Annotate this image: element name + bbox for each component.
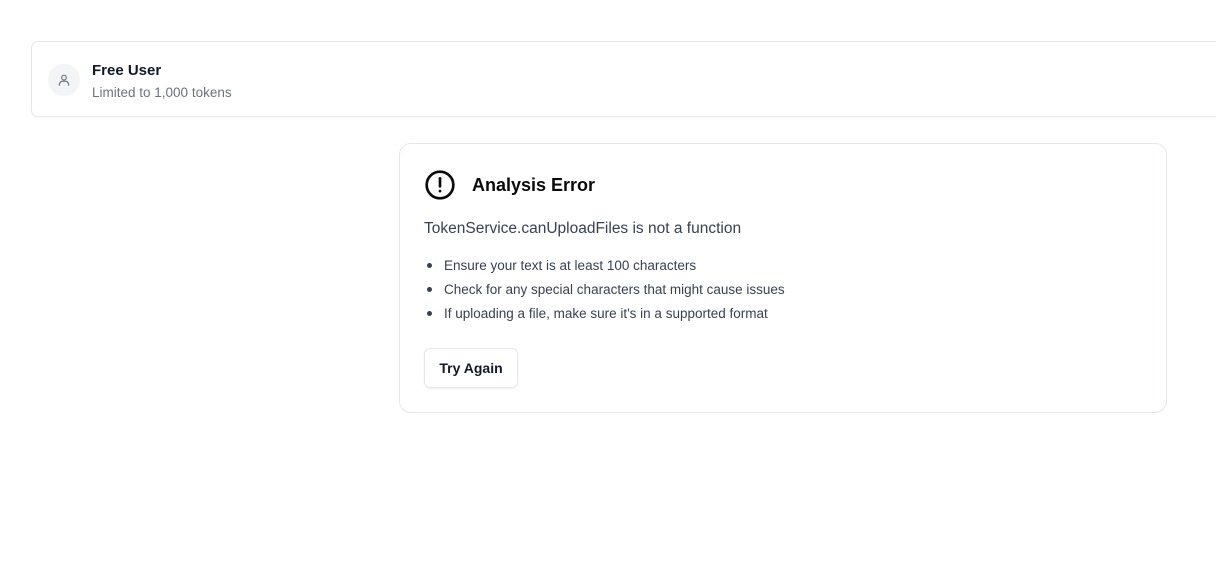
user-icon (58, 74, 70, 86)
bullet-icon (427, 311, 432, 316)
tip-item: Check for any special characters that mi… (424, 280, 785, 304)
tips-list: Ensure your text is at least 100 charact… (424, 256, 785, 328)
tip-text: Ensure your text is at least 100 charact… (444, 258, 697, 273)
tip-item: If uploading a file, make sure it's in a… (424, 304, 785, 328)
avatar (48, 64, 80, 96)
error-title: Analysis Error (472, 175, 596, 195)
tip-item: Ensure your text is at least 100 charact… (424, 256, 785, 280)
user-name: Free User (92, 62, 162, 79)
error-message: TokenService.canUploadFiles is not a fun… (424, 220, 742, 237)
bullet-icon (427, 263, 432, 268)
token-limit-text: Limited to 1,000 tokens (92, 85, 232, 100)
try-again-button[interactable]: Try Again (424, 348, 518, 388)
tip-text: Check for any special characters that mi… (444, 282, 785, 297)
user-plan-card: Free User Limited to 1,000 tokens (31, 41, 1216, 117)
tip-text: If uploading a file, make sure it's in a… (444, 306, 768, 321)
error-card: Analysis Error TokenService.canUploadFil… (399, 143, 1167, 413)
bullet-icon (427, 287, 432, 292)
alert-circle-icon (425, 170, 455, 200)
